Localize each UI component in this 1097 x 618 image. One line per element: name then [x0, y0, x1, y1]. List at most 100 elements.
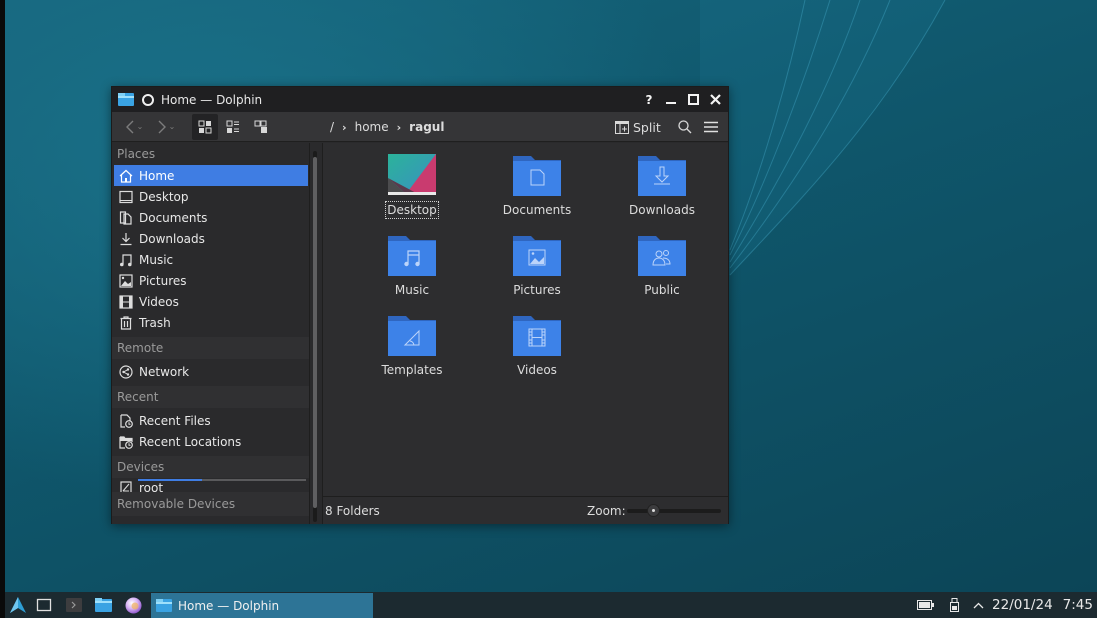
file-item-desktop[interactable]: Desktop [362, 154, 462, 219]
file-manager-launcher[interactable] [94, 596, 112, 614]
help-button[interactable]: ? [642, 93, 656, 107]
folder-pictures-icon [513, 236, 561, 276]
breadcrumb-home[interactable]: home [355, 120, 389, 134]
search-icon [678, 120, 692, 134]
recent-files-icon [119, 413, 133, 428]
sidebar-item-label: Music [139, 252, 174, 267]
file-item-label: Music [394, 283, 430, 297]
sidebar-item-videos[interactable]: Videos [112, 291, 309, 312]
show-desktop-button[interactable] [35, 596, 53, 614]
scrollbar-track[interactable] [313, 151, 317, 522]
file-item-label: Documents [502, 203, 572, 217]
close-icon [709, 94, 721, 105]
places-panel: Places Home Desktop Documents Downloads … [112, 143, 309, 524]
chevron-down-icon: ⌄ [136, 122, 144, 131]
sidebar-item-recent-locations[interactable]: Recent Locations [112, 431, 309, 452]
file-view[interactable]: Desktop Documents Downloads Music Pictur… [323, 143, 728, 524]
sidebar-item-pictures[interactable]: Pictures [112, 270, 309, 291]
network-icon [119, 364, 133, 379]
close-button[interactable] [708, 93, 722, 107]
split-label: Split [633, 119, 661, 135]
battery-indicator[interactable] [917, 600, 935, 610]
sidebar-item-downloads[interactable]: Downloads [112, 228, 309, 249]
pin-icon[interactable] [142, 93, 154, 106]
terminal-icon [66, 598, 82, 612]
sidebar-item-documents[interactable]: Documents [112, 207, 309, 228]
view-details-button[interactable] [248, 114, 274, 140]
breadcrumb-current[interactable]: ragul [409, 120, 444, 134]
file-item-documents[interactable]: Documents [487, 154, 587, 218]
sidebar-item-recent-files[interactable]: Recent Files [112, 410, 309, 431]
file-item-label: Public [644, 283, 680, 297]
zoom-slider-handle[interactable] [647, 504, 661, 517]
folder-templates-icon [388, 316, 436, 356]
view-icons-button[interactable] [192, 113, 218, 140]
clock-time[interactable]: 7:45 [1063, 597, 1093, 613]
section-places: Places [112, 143, 309, 165]
split-button[interactable]: Split [615, 114, 661, 140]
zoom-slider[interactable] [627, 504, 721, 517]
file-item-label: Videos [517, 363, 557, 377]
split-view-icon [615, 120, 629, 134]
icon-grid: Desktop Documents Downloads Music Pictur… [323, 143, 728, 497]
view-compact-button[interactable] [220, 114, 246, 140]
folder-public-icon [638, 236, 686, 276]
breadcrumb-root[interactable]: / [330, 120, 334, 134]
sidebar-item-label: Desktop [139, 189, 189, 204]
terminal-launcher[interactable] [65, 596, 83, 614]
sidebar-scrollbar[interactable] [309, 143, 323, 524]
sidebar-item-trash[interactable]: Trash [112, 312, 309, 333]
icons-view-icon [198, 120, 212, 133]
taskbar: Home — Dolphin 22/01/24 7:45 [0, 592, 1097, 618]
sidebar-item-label: Recent Files [139, 413, 211, 428]
folder-count: 8 Folders [325, 504, 380, 518]
sidebar-item-network[interactable]: Network [112, 361, 309, 382]
chevron-left-icon [125, 120, 134, 133]
screen-edge [0, 0, 5, 618]
taskbar-task-dolphin[interactable]: Home — Dolphin [151, 593, 373, 618]
file-item-pictures[interactable]: Pictures [487, 234, 587, 298]
web-browser-icon [125, 597, 141, 613]
sidebar-item-label: Documents [139, 210, 208, 225]
application-launcher-icon [10, 597, 26, 613]
file-item-videos[interactable]: Videos [487, 314, 587, 378]
forward-button[interactable]: ⌄ [150, 114, 182, 140]
file-item-public[interactable]: Public [612, 234, 712, 298]
home-icon [119, 169, 133, 183]
hamburger-menu-icon [704, 121, 718, 133]
toolbar: ⌄ ⌄ / › home › ragul Split [112, 112, 728, 142]
videos-icon [119, 294, 133, 309]
show-hidden-icons-button[interactable] [973, 602, 984, 609]
back-button[interactable]: ⌄ [118, 114, 150, 140]
sidebar-item-home[interactable]: Home [114, 165, 308, 186]
root-usage-fill [138, 479, 202, 481]
section-devices: Devices [112, 456, 309, 478]
file-manager-icon [94, 598, 112, 612]
section-recent: Recent [112, 386, 309, 408]
file-item-label: Templates [381, 363, 443, 377]
file-item-music[interactable]: Music [362, 234, 462, 298]
minimize-button[interactable] [664, 93, 678, 107]
desktop-thumbnail-icon [388, 154, 436, 195]
web-browser-launcher[interactable] [124, 596, 142, 614]
scrollbar-thumb[interactable] [313, 157, 317, 508]
pictures-icon [119, 273, 133, 288]
window-title: Home — Dolphin [161, 92, 263, 107]
sidebar-item-desktop[interactable]: Desktop [112, 186, 309, 207]
file-item-templates[interactable]: Templates [362, 314, 462, 378]
application-launcher-button[interactable] [9, 596, 27, 614]
hamburger-menu-button[interactable] [700, 114, 722, 140]
breadcrumb: / › home › ragul [330, 112, 444, 142]
breadcrumb-separator-icon: › [342, 120, 347, 134]
clock-date[interactable]: 22/01/24 [992, 597, 1053, 613]
file-item-downloads[interactable]: Downloads [612, 154, 712, 218]
sidebar-item-music[interactable]: Music [112, 249, 309, 270]
titlebar[interactable]: Home — Dolphin ? [112, 87, 728, 112]
search-button[interactable] [674, 114, 696, 140]
breadcrumb-separator-icon: › [396, 120, 402, 134]
sidebar-item-label: Network [139, 364, 190, 379]
device-notifier[interactable] [950, 598, 960, 612]
chevron-right-icon [158, 120, 166, 133]
maximize-button[interactable] [686, 93, 700, 107]
folder-music-icon [388, 236, 436, 276]
